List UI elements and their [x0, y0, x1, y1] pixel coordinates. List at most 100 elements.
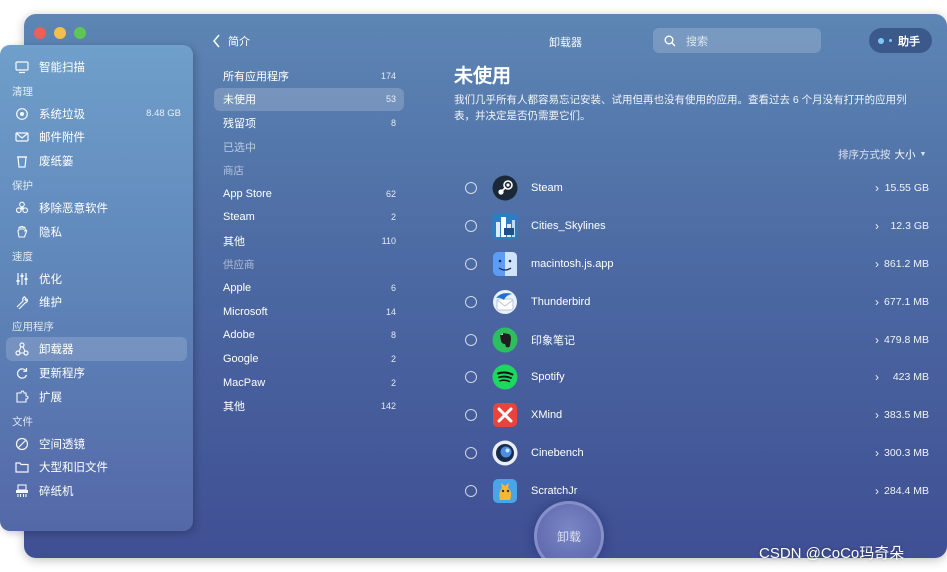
sidebar-item-mail-attachments[interactable]: 邮件附件: [0, 126, 193, 150]
app-size: 12.3 GB: [890, 219, 929, 232]
filter-selected[interactable]: 已选中: [214, 135, 404, 159]
app-name: Spotify: [531, 371, 565, 384]
filter-app-store[interactable]: App Store 62: [214, 182, 404, 206]
sort-control[interactable]: 排序方式按 大小 ▼: [838, 147, 926, 162]
sidebar-item-space-lens[interactable]: 空间透镜: [0, 432, 193, 456]
assistant-icon-dot: [889, 39, 892, 42]
sidebar-section-cleanup: 清理: [12, 85, 33, 98]
uninstall-label: 卸载: [556, 529, 581, 544]
minimize-window-button[interactable]: [54, 27, 66, 39]
select-radio[interactable]: [465, 295, 477, 308]
filter-other-store[interactable]: 其他 110: [214, 229, 404, 253]
filter-macpaw[interactable]: MacPaw 2: [214, 371, 404, 395]
sliders-icon: [14, 271, 30, 287]
filter-count: 2: [390, 212, 396, 223]
sidebar-item-label: 邮件附件: [39, 132, 85, 145]
update-icon: [14, 365, 30, 381]
sidebar-item-label: 隐私: [39, 226, 62, 239]
select-radio[interactable]: [465, 409, 477, 422]
filter-list: 所有应用程序 174 未使用 53 残留项 8 已选中 商店 App Store 62 …: [214, 64, 404, 418]
select-radio[interactable]: [465, 333, 477, 346]
thunderbird-icon: [492, 289, 518, 315]
filter-label: 未使用: [223, 94, 256, 107]
app-row[interactable]: Cinebench › 300.3 MB: [459, 434, 929, 472]
sidebar-item-trash[interactable]: 废纸篓: [0, 149, 193, 173]
sidebar-item-label: 大型和旧文件: [39, 462, 108, 475]
app-size: 677.1 MB: [884, 295, 929, 308]
sidebar-item-label: 碎纸机: [39, 486, 74, 499]
filter-label: Adobe: [223, 329, 255, 342]
sidebar-item-privacy[interactable]: 隐私: [0, 220, 193, 244]
junk-size: 8.48 GB: [146, 108, 181, 120]
filter-count: 14: [385, 306, 396, 317]
zoom-window-button[interactable]: [74, 27, 86, 39]
filter-label: Apple: [223, 282, 252, 295]
app-row[interactable]: 印象笔记 › 479.8 MB: [459, 321, 929, 359]
sidebar-item-label: 移除恶意软件: [39, 203, 108, 216]
app-row[interactable]: ScratchJr › 284.4 MB: [459, 472, 929, 510]
finder-icon: [492, 251, 518, 277]
sidebar-item-uninstaller[interactable]: 卸载器: [6, 337, 187, 362]
filter-count: 53: [385, 94, 396, 105]
app-row[interactable]: Steam › 15.55 GB: [459, 169, 929, 207]
sidebar-item-label: 扩展: [39, 391, 62, 404]
window-controls: [34, 27, 86, 39]
sidebar-item-maintenance[interactable]: 维护: [0, 291, 193, 315]
sidebar-item-extensions[interactable]: 扩展: [0, 385, 193, 409]
filter-unused[interactable]: 未使用 53: [214, 87, 404, 112]
lens-icon: [14, 436, 30, 452]
search-input[interactable]: 搜索: [653, 28, 821, 53]
sidebar-item-large-old-files[interactable]: 大型和旧文件: [0, 456, 193, 480]
shredder-icon: [14, 483, 30, 499]
trash-icon: [14, 153, 30, 169]
filter-other-vendor[interactable]: 其他 142: [214, 394, 404, 418]
app-name: Steam: [531, 181, 563, 194]
app-row[interactable]: Spotify › 423 MB: [459, 358, 929, 396]
sidebar-section-applications: 应用程序: [12, 321, 54, 334]
filter-label: MacPaw: [223, 376, 266, 389]
select-radio[interactable]: [465, 447, 477, 460]
filter-label: Google: [223, 352, 259, 365]
filter-count: 8: [390, 330, 396, 341]
back-button[interactable]: 简介: [212, 33, 250, 49]
sidebar-item-malware-removal[interactable]: 移除恶意软件: [0, 196, 193, 220]
app-name: 印象笔记: [531, 334, 575, 347]
sort-value: 大小: [894, 149, 916, 161]
select-radio[interactable]: [465, 219, 477, 232]
sidebar-section-protection: 保护: [12, 180, 33, 193]
app-row[interactable]: Cities_Skylines › 12.3 GB: [459, 207, 929, 245]
page-description: 我们几乎所有人都容易忘记安装、试用但再也没有使用的应用。查看过去 6 个月没有打…: [454, 94, 907, 122]
assistant-label: 助手: [898, 35, 920, 48]
select-radio[interactable]: [465, 371, 477, 384]
sidebar-item-optimization[interactable]: 优化: [0, 267, 193, 291]
close-window-button[interactable]: [34, 27, 46, 39]
sidebar-item-system-junk[interactable]: 系统垃圾 8.48 GB: [0, 102, 193, 126]
filter-all-apps[interactable]: 所有应用程序 174: [214, 64, 404, 88]
sidebar-item-label: 卸载器: [39, 344, 74, 357]
app-row[interactable]: XMind › 383.5 MB: [459, 396, 929, 434]
sidebar-section-files: 文件: [12, 415, 33, 428]
sidebar-item-smart-scan[interactable]: 智能扫描: [0, 55, 193, 79]
sidebar-item-updater[interactable]: 更新程序: [0, 361, 193, 385]
filter-adobe[interactable]: Adobe 8: [214, 324, 404, 348]
filter-microsoft[interactable]: Microsoft 14: [214, 300, 404, 324]
filter-section-vendors: 供应商: [223, 259, 255, 272]
select-radio[interactable]: [465, 181, 477, 194]
app-row[interactable]: macintosh.js.app › 861.2 MB: [459, 245, 929, 283]
assistant-button[interactable]: 助手: [869, 28, 932, 53]
cinebench-icon: [492, 440, 518, 466]
evernote-icon: [492, 327, 518, 353]
sidebar-item-shredder[interactable]: 碎纸机: [0, 479, 193, 503]
filter-count: 62: [385, 188, 396, 199]
select-radio[interactable]: [465, 257, 477, 270]
filter-apple[interactable]: Apple 6: [214, 276, 404, 300]
filter-steam[interactable]: Steam 2: [214, 206, 404, 230]
filter-count: 2: [390, 377, 396, 388]
filter-label: App Store: [223, 187, 272, 200]
filter-count: 110: [381, 235, 396, 246]
filter-leftovers[interactable]: 残留项 8: [214, 111, 404, 135]
app-row[interactable]: Thunderbird › 677.1 MB: [459, 283, 929, 321]
filter-count: 142: [380, 401, 396, 412]
select-radio[interactable]: [465, 485, 477, 498]
filter-google[interactable]: Google 2: [214, 347, 404, 371]
